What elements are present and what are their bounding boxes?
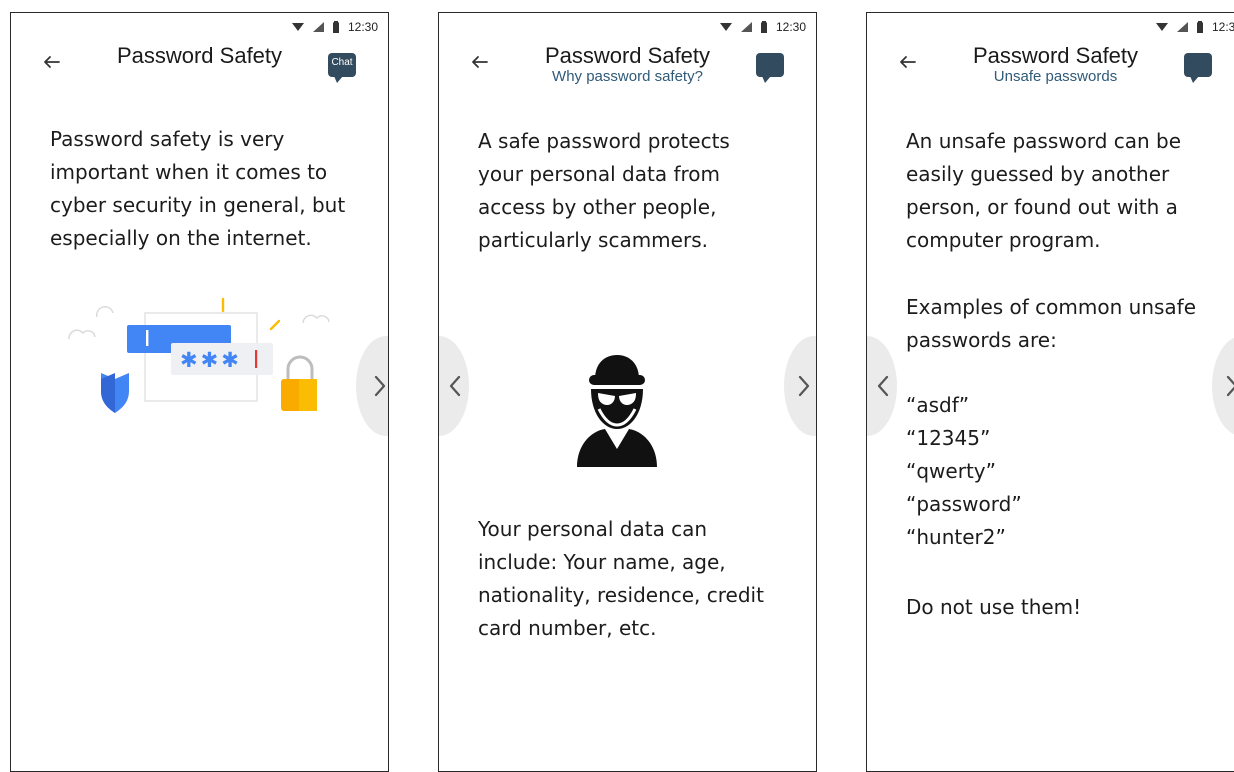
next-page-button[interactable] [356, 336, 388, 436]
wifi-icon [1155, 23, 1168, 31]
content: Do not use them! [906, 591, 1218, 624]
screen-unsafe-passwords: 12:30 Password Safety Unsafe passwords A… [866, 12, 1234, 772]
signal-icon [1176, 22, 1188, 32]
back-button[interactable] [39, 49, 65, 75]
header: Password Safety Why password safety? [509, 43, 746, 85]
status-time: 12:30 [775, 20, 806, 34]
screen-why-password-safety: 12:30 Password Safety Why password safet… [438, 12, 817, 772]
page-subtitle: Why password safety? [552, 68, 703, 85]
content: Your personal data can include: Your nam… [478, 513, 790, 645]
unsafe-password-list: “asdf” “12345” “qwerty” “password” “hunt… [906, 389, 1218, 554]
next-page-button[interactable] [784, 336, 816, 436]
arrow-left-icon [44, 56, 60, 68]
header: Password Safety Unsafe passwords [937, 43, 1174, 85]
page-title: Password Safety [544, 43, 711, 68]
status-bar: 12:30 [1155, 19, 1234, 35]
chat-bubble-icon [1184, 53, 1212, 77]
password-illustration: ✱✱✱ [68, 297, 330, 413]
battery-icon [760, 21, 767, 33]
padlock-icon [286, 355, 314, 379]
status-bar: 12:30 [719, 19, 806, 35]
header: Password Safety [81, 43, 318, 69]
chevron-left-icon [449, 375, 461, 397]
paragraph: Examples of common unsafe passwords are: [906, 295, 1197, 352]
cloud-icon [96, 306, 114, 318]
page-title: Password Safety [972, 43, 1139, 68]
cloud-icon [302, 314, 330, 324]
masked-password: ✱✱✱ [180, 348, 242, 372]
previous-page-button[interactable] [439, 336, 469, 436]
back-button[interactable] [895, 49, 921, 75]
page-title: Password Safety [116, 43, 283, 68]
previous-page-button[interactable] [867, 336, 897, 436]
signal-icon [740, 22, 752, 32]
chat-button[interactable]: Chat [328, 53, 358, 85]
status-bar: 12:30 [291, 19, 378, 35]
wifi-icon [291, 23, 304, 31]
paragraph: Password safety is very important when i… [50, 127, 346, 250]
content: Examples of common unsafe passwords are: [906, 291, 1218, 357]
chevron-right-icon [798, 375, 810, 397]
chevron-left-icon [877, 375, 889, 397]
back-button[interactable] [467, 49, 493, 75]
hacker-icon [577, 355, 657, 467]
status-time: 12:30 [347, 20, 378, 34]
status-time: 12:30 [1211, 20, 1234, 34]
cloud-icon [68, 329, 96, 340]
battery-icon [332, 21, 339, 33]
chat-button[interactable] [1184, 53, 1214, 85]
chat-label: Chat [331, 57, 353, 68]
signal-icon [312, 22, 324, 32]
content: An unsafe password can be easily guessed… [906, 125, 1218, 257]
paragraph: Your personal data can include: Your nam… [478, 517, 764, 640]
page-subtitle: Unsafe passwords [993, 68, 1118, 85]
battery-icon [1196, 21, 1203, 33]
paragraph: Do not use them! [906, 595, 1082, 619]
content: Password safety is very important when i… [50, 123, 362, 255]
content: A safe password protects your personal d… [478, 125, 790, 257]
chat-button[interactable] [756, 53, 786, 85]
chevron-right-icon [374, 375, 386, 397]
paragraph: An unsafe password can be easily guessed… [906, 129, 1182, 252]
list-item: “asdf” “12345” “qwerty” “password” “hunt… [906, 393, 1022, 549]
arrow-left-icon [900, 56, 916, 68]
wifi-icon [719, 23, 732, 31]
chevron-right-icon [1226, 375, 1234, 397]
paragraph: A safe password protects your personal d… [478, 129, 730, 252]
arrow-left-icon [472, 56, 488, 68]
screen-password-safety-intro: 12:30 Password Safety Chat Password safe… [10, 12, 389, 772]
chat-bubble-icon [756, 53, 784, 77]
